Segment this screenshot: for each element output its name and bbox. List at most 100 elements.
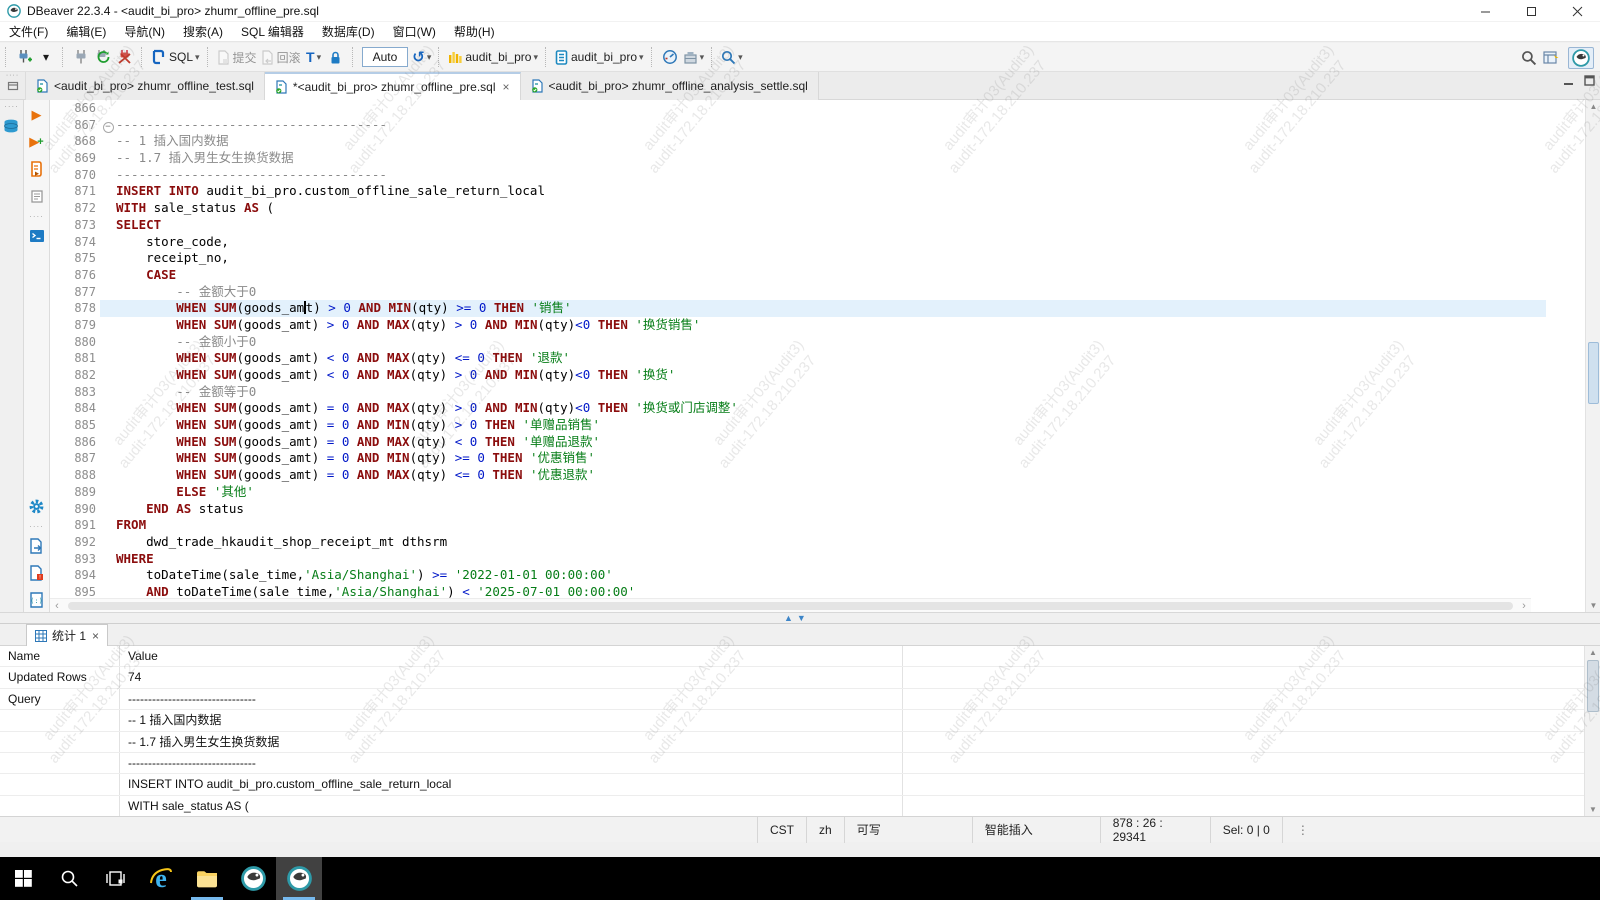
code-line-867[interactable]: 867−------------------------------------ [50,117,1546,134]
code-line-869[interactable]: 869-- 1.7 插入男生女生换货数据 [50,150,1546,167]
open-perspective-button[interactable] [1540,46,1562,70]
transaction-log-button[interactable]: ↺ ▾ [410,45,433,69]
code-line-885[interactable]: 885 WHEN SUM(goods_amt) = 0 AND MIN(qty)… [50,417,1546,434]
sash-collapse-icons[interactable]: ▲▼ [784,613,810,623]
status-caret-position[interactable]: 878 : 26 : 29341 [1100,817,1210,843]
fold-collapse-icon[interactable]: − [100,117,116,134]
restore-panel-icon[interactable] [7,79,19,91]
code-line-872[interactable]: 872WITH sale_status AS ( [50,200,1546,217]
scroll-down-icon[interactable]: ▼ [1586,601,1600,610]
connection-selector[interactable]: audit_bi_pro ▾ [446,45,540,69]
code-line-894[interactable]: 894 toDateTime(sale_time,'Asia/Shanghai'… [50,567,1546,584]
scroll-up-icon[interactable]: ▲ [1585,648,1600,657]
dbeaver-taskbar-button[interactable] [230,857,276,900]
sql-dropdown[interactable]: ▾ [195,52,200,63]
new-connection-button[interactable] [13,45,35,69]
table-row[interactable]: -- 1 插入国内数据 [0,710,1584,731]
commit-button[interactable]: 提交 [215,45,259,69]
file-variables-button[interactable]: (:) [26,588,48,612]
minimize-view-icon[interactable] [1562,74,1575,87]
transaction-mode-button[interactable]: T ▾ [303,45,325,69]
sql-editor-button[interactable]: SQL ▾ [149,45,202,69]
minimize-button[interactable] [1462,0,1508,22]
code-line-887[interactable]: 887 WHEN SUM(goods_amt) = 0 AND MIN(qty)… [50,450,1546,467]
scroll-left-icon[interactable]: ‹ [50,600,64,612]
code-editor[interactable]: 866867−---------------------------------… [50,100,1546,598]
menu-edit[interactable]: 编辑(E) [57,21,115,42]
execute-new-tab-button[interactable]: ▶+ [26,130,48,154]
schema-selector[interactable]: audit_bi_pro ▾ [553,45,646,69]
tab-close-icon[interactable]: × [503,80,510,94]
disconnect-button[interactable] [114,45,136,69]
code-line-893[interactable]: 893WHERE [50,551,1546,568]
code-line-880[interactable]: 880 -- 金额小于0 [50,334,1546,351]
transaction-dropdown[interactable]: ▾ [317,52,322,63]
tab-close-icon[interactable]: × [92,629,99,643]
connect-button[interactable] [70,45,92,69]
menu-window[interactable]: 窗口(W) [384,21,445,42]
database-navigator-icon[interactable] [1,114,23,138]
execute-statement-button[interactable]: ▶ [26,103,48,127]
menu-search[interactable]: 搜索(A) [174,21,232,42]
code-line-878[interactable]: 878 WHEN SUM(goods_amt) > 0 AND MIN(qty)… [50,300,1546,317]
scrollbar-thumb[interactable] [68,602,1513,610]
explain-plan-button[interactable] [26,184,48,208]
editor-vertical-scrollbar[interactable]: ▲ ▼ [1585,100,1600,612]
menu-file[interactable]: 文件(F) [0,21,57,42]
code-line-884[interactable]: 884 WHEN SUM(goods_amt) = 0 AND MAX(qty)… [50,400,1546,417]
status-overflow-icon[interactable]: ⋮ [1297,823,1310,837]
internet-explorer-button[interactable]: e [138,857,184,900]
new-connection-dropdown[interactable]: ▾ [35,45,57,69]
grid-vertical-scrollbar[interactable]: ▲ ▼ [1584,646,1600,816]
tab-strip-corner[interactable]: ···· [0,72,26,100]
table-row[interactable]: INSERT INTO audit_bi_pro.custom_offline_… [0,774,1584,795]
table-row[interactable]: -- 1.7 插入男生女生换货数据 [0,732,1584,753]
code-line-883[interactable]: 883 -- 金额等于0 [50,384,1546,401]
task-view-button[interactable] [92,857,138,900]
table-row[interactable]: Query-------------------------------- [0,689,1584,710]
tab-zhumr-offline-analysis-settle[interactable]: <audit_bi_pro> zhumr_offline_analysis_se… [521,72,819,100]
code-line-870[interactable]: 870------------------------------------ [50,167,1546,184]
code-line-882[interactable]: 882 WHEN SUM(goods_amt) < 0 AND MAX(qty)… [50,367,1546,384]
tasks-dropdown[interactable]: ▾ [700,52,705,63]
menu-database[interactable]: 数据库(D) [313,21,384,42]
execute-script-button[interactable] [26,157,48,181]
quick-search-button[interactable] [1518,46,1540,70]
code-line-888[interactable]: 888 WHEN SUM(goods_amt) = 0 AND MAX(qty)… [50,467,1546,484]
tab-zhumr-offline-test[interactable]: <audit_bi_pro> zhumr_offline_test.sql [26,72,265,100]
code-line-890[interactable]: 890 END AS status [50,501,1546,518]
column-name[interactable]: Name [0,646,120,666]
editor-horizontal-scrollbar[interactable]: ‹ › [50,598,1531,612]
connection-dropdown[interactable]: ▾ [533,52,538,63]
dbeaver-taskbar-button-active[interactable] [276,857,322,900]
history-dropdown[interactable]: ▾ [427,52,432,63]
file-alert-button[interactable]: ! [26,561,48,585]
menu-navigate[interactable]: 导航(N) [115,21,174,42]
code-line-875[interactable]: 875 receipt_no, [50,250,1546,267]
tasks-button[interactable]: ▾ [681,45,707,69]
code-line-881[interactable]: 881 WHEN SUM(goods_amt) < 0 AND MAX(qty)… [50,350,1546,367]
table-row[interactable]: -------------------------------- [0,753,1584,774]
maximize-view-icon[interactable] [1583,74,1596,87]
splitter-sash[interactable]: ▲▼ [0,612,1600,624]
scroll-right-icon[interactable]: › [1517,600,1531,612]
menu-help[interactable]: 帮助(H) [445,21,504,42]
code-line-892[interactable]: 892 dwd_trade_hkaudit_shop_receipt_mt dt… [50,534,1546,551]
scroll-up-icon[interactable]: ▲ [1586,102,1600,111]
taskbar-search-button[interactable] [46,857,92,900]
code-line-866[interactable]: 866 [50,100,1546,117]
code-line-879[interactable]: 879 WHEN SUM(goods_amt) > 0 AND MAX(qty)… [50,317,1546,334]
toolbar-search-button[interactable]: ▾ [719,45,745,69]
table-row[interactable]: Updated Rows74 [0,667,1584,688]
code-line-877[interactable]: 877 -- 金额大于0 [50,284,1546,301]
code-line-876[interactable]: 876 CASE [50,267,1546,284]
export-result-button[interactable] [26,534,48,558]
autocommit-combo[interactable]: Auto [362,47,409,67]
code-line-871[interactable]: 871INSERT INTO audit_bi_pro.custom_offli… [50,183,1546,200]
scrollbar-thumb[interactable] [1587,660,1599,712]
scrollbar-thumb[interactable] [1588,342,1599,404]
file-explorer-button[interactable] [184,857,230,900]
open-console-button[interactable] [26,224,48,248]
table-row[interactable]: WITH sale_status AS ( [0,796,1584,816]
dashboard-button[interactable] [659,45,681,69]
